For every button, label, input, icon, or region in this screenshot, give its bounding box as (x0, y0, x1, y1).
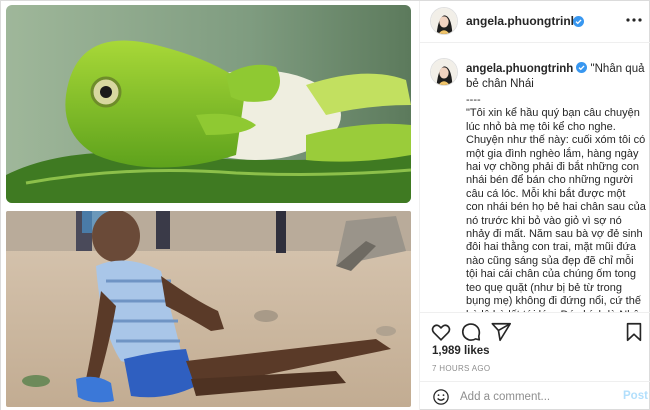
like-count[interactable]: 1,989 likes (432, 345, 490, 357)
add-comment-bar: Post (420, 381, 650, 410)
author-avatar[interactable] (430, 7, 458, 35)
like-button[interactable] (430, 321, 452, 343)
verified-badge-icon (573, 16, 584, 27)
comment-bubble-icon (461, 323, 481, 341)
post-side-panel: angela.phuongtrinh angela.phuongtrinh "N… (419, 1, 650, 410)
instagram-post: angela.phuongtrinh angela.phuongtrinh "N… (0, 0, 650, 410)
comment-button[interactable] (460, 321, 482, 343)
post-header: angela.phuongtrinh (420, 1, 650, 43)
caption-heading: angela.phuongtrinh "Nhân quả bẻ chân Nhá… (466, 62, 646, 92)
child-photo (6, 211, 411, 407)
more-horizontal-icon[interactable] (624, 10, 644, 30)
smiley-icon[interactable] (432, 388, 450, 406)
share-button[interactable] (490, 321, 512, 343)
verified-badge-icon (576, 62, 588, 73)
caption-area: angela.phuongtrinh "Nhân quả bẻ chân Nhá… (420, 44, 650, 312)
bookmark-icon (626, 322, 642, 342)
post-comment-button[interactable]: Post (623, 390, 648, 402)
save-button[interactable] (623, 321, 645, 343)
post-timestamp[interactable]: 7 HOURS AGO (432, 364, 490, 373)
action-bar (420, 312, 650, 348)
author-username[interactable]: angela.phuongtrinh (466, 14, 578, 28)
caption-body: ---- "Tôi xin kể hầu quý bạn câu chuyện … (466, 94, 646, 312)
comment-input[interactable] (460, 388, 610, 406)
caption-author-avatar[interactable] (430, 58, 458, 86)
heart-icon (431, 324, 451, 341)
paper-plane-icon (491, 322, 511, 342)
caption-username[interactable]: angela.phuongtrinh (466, 63, 573, 75)
frog-photo (6, 5, 411, 203)
post-media[interactable] (1, 1, 419, 410)
